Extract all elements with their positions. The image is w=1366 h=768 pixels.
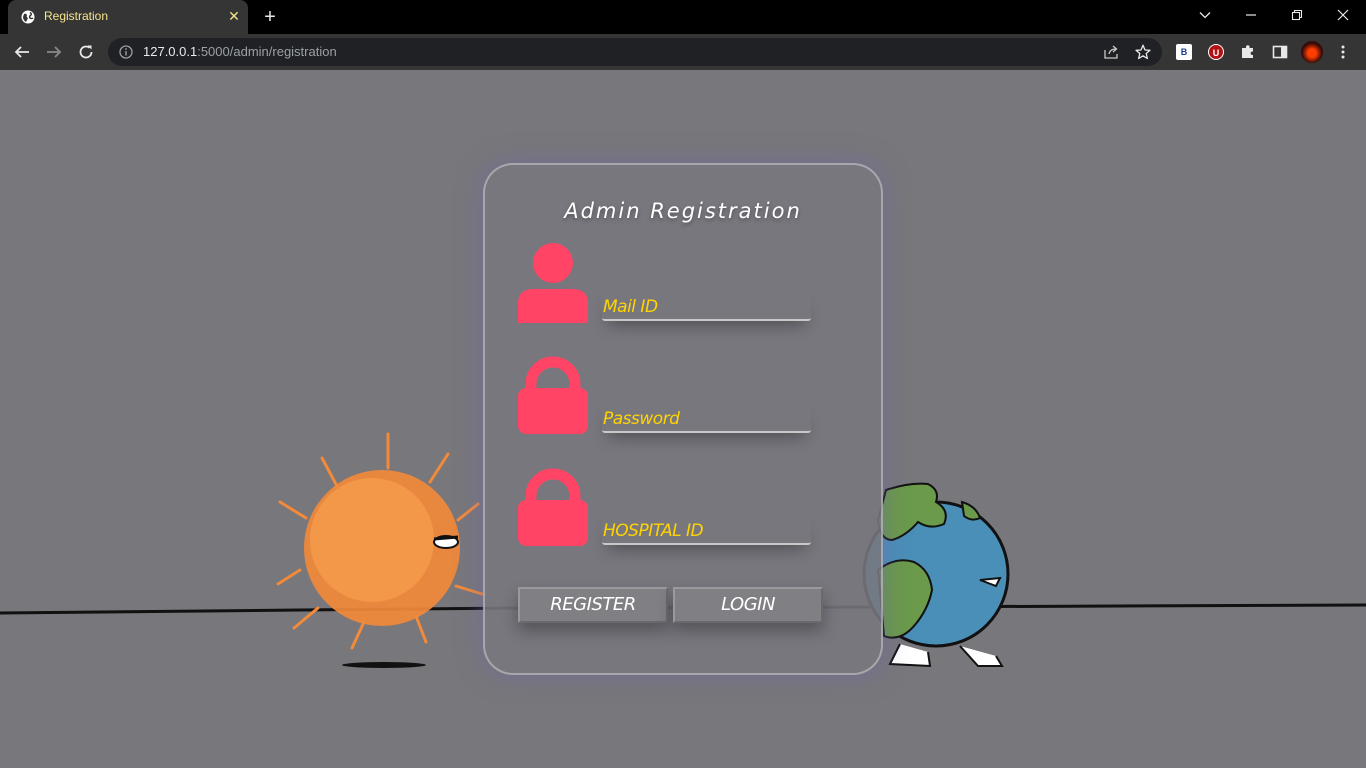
forward-button[interactable] <box>42 40 66 64</box>
page-background: Admin Registration Mail ID Password HOSP… <box>0 70 1366 768</box>
star-icon[interactable] <box>1135 44 1151 60</box>
register-button[interactable]: REGISTER <box>518 587 668 623</box>
share-icon[interactable] <box>1104 45 1120 59</box>
url-path: :5000/admin/registration <box>197 44 337 59</box>
tab-strip: Registration ✕ + <box>0 0 1366 34</box>
hospital-id-input[interactable]: HOSPITAL ID <box>602 515 811 545</box>
tab-search-button[interactable] <box>1182 0 1228 30</box>
url-text[interactable]: 127.0.0.1:5000/admin/registration <box>143 44 337 59</box>
ublock-extension-icon[interactable]: U <box>1208 44 1224 60</box>
tab-title: Registration <box>44 9 109 23</box>
login-button[interactable]: LOGIN <box>673 587 823 623</box>
more-vertical-icon[interactable] <box>1335 44 1351 60</box>
hospital-id-label: HOSPITAL ID <box>603 521 704 541</box>
restore-button[interactable] <box>1274 0 1320 30</box>
earth-illustration <box>862 482 1010 668</box>
browser-toolbar: 127.0.0.1:5000/admin/registration B U <box>0 34 1366 70</box>
url-host: 127.0.0.1 <box>143 44 198 59</box>
close-window-button[interactable] <box>1320 0 1366 30</box>
arrow-right-icon <box>47 46 62 58</box>
chevron-down-icon <box>1199 12 1211 19</box>
back-button[interactable] <box>10 40 34 64</box>
user-icon <box>518 243 588 323</box>
form-title-text: Admin Registration <box>564 199 802 223</box>
minimize-icon <box>1246 14 1256 16</box>
close-icon <box>1337 9 1349 21</box>
new-tab-button[interactable]: + <box>260 7 280 27</box>
password-input[interactable]: Password <box>602 403 811 433</box>
reload-icon <box>79 45 93 59</box>
arrow-left-icon <box>14 46 29 58</box>
globe-icon <box>21 10 35 24</box>
minimize-button[interactable] <box>1228 0 1274 30</box>
lock-icon <box>518 468 588 546</box>
registration-card: Admin Registration Mail ID Password HOSP… <box>483 163 883 675</box>
browser-tab[interactable]: Registration ✕ <box>8 0 248 34</box>
tab-close-icon[interactable]: ✕ <box>226 8 242 24</box>
virus-illustration <box>276 432 484 650</box>
mail-id-input[interactable]: Mail ID <box>602 291 811 321</box>
info-icon[interactable] <box>119 45 133 59</box>
lock-icon <box>518 356 588 434</box>
password-label: Password <box>603 409 680 429</box>
side-panel-icon[interactable] <box>1272 44 1288 60</box>
mail-id-label: Mail ID <box>603 297 658 317</box>
profile-avatar[interactable] <box>1301 41 1323 63</box>
restore-icon <box>1291 9 1303 21</box>
form-title: Admin Registration <box>485 199 881 223</box>
puzzle-icon[interactable] <box>1240 44 1256 60</box>
address-bar[interactable]: 127.0.0.1:5000/admin/registration <box>108 38 1162 66</box>
bookmark-extension-icon[interactable]: B <box>1176 44 1192 60</box>
reload-button[interactable] <box>74 40 98 64</box>
